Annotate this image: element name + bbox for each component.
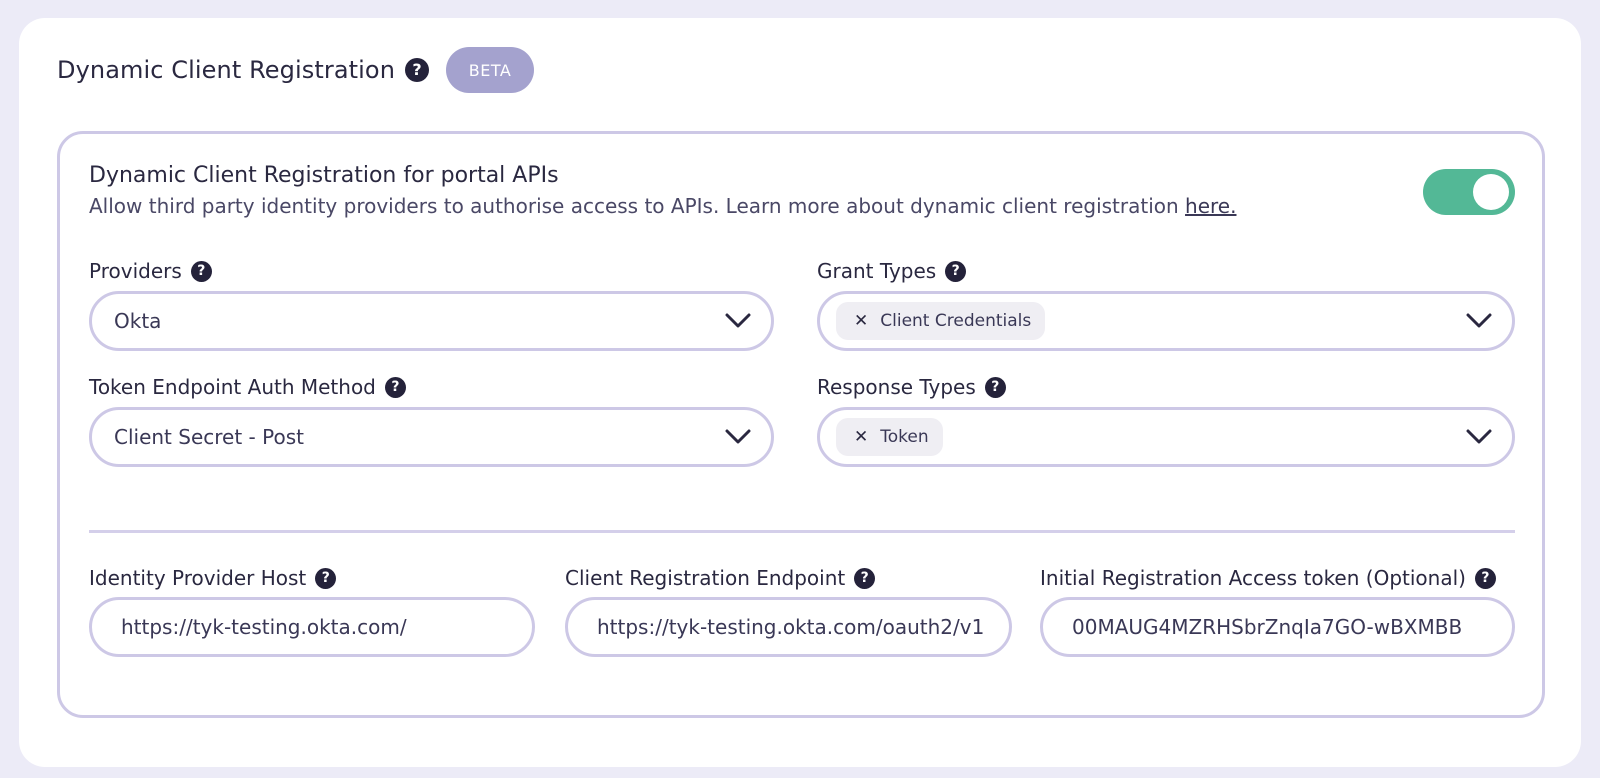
enable-dcr-toggle[interactable]	[1423, 169, 1515, 215]
response-types-select[interactable]: ✕ Token	[817, 407, 1515, 467]
help-icon[interactable]: ?	[945, 260, 967, 282]
access-token-label: Initial Registration Access token (Optio…	[1040, 565, 1496, 591]
help-icon[interactable]: ?	[405, 58, 430, 82]
panel-title: Dynamic Client Registration for portal A…	[89, 163, 559, 188]
panel-description: Allow third party identity providers to …	[89, 194, 1236, 218]
token-auth-select[interactable]: Client Secret - Post	[89, 407, 774, 467]
reg-endpoint-label: Client Registration Endpoint ?	[565, 565, 876, 591]
providers-select[interactable]: Okta	[89, 291, 774, 351]
chevron-down-icon	[725, 429, 751, 444]
chevron-down-icon	[1466, 429, 1492, 444]
chip-label: Client Credentials	[880, 311, 1032, 331]
idp-host-label: Identity Provider Host ?	[89, 565, 337, 591]
description-text: Allow third party identity providers to …	[89, 194, 1186, 218]
grant-types-select[interactable]: ✕ Client Credentials	[817, 291, 1515, 351]
help-icon[interactable]: ?	[315, 567, 337, 589]
dcr-panel: Dynamic Client Registration for portal A…	[57, 131, 1545, 718]
token-auth-label-text: Token Endpoint Auth Method	[89, 375, 376, 399]
token-auth-label: Token Endpoint Auth Method ?	[89, 374, 406, 400]
response-type-chip: ✕ Token	[836, 418, 943, 456]
idp-host-input[interactable]: https://tyk-testing.okta.com/	[89, 597, 535, 657]
close-icon[interactable]: ✕	[854, 311, 868, 331]
close-icon[interactable]: ✕	[854, 427, 868, 447]
help-icon[interactable]: ?	[854, 567, 876, 589]
providers-label-text: Providers	[89, 259, 182, 283]
toggle-knob	[1473, 174, 1509, 210]
access-token-label-text: Initial Registration Access token (Optio…	[1040, 566, 1466, 590]
response-types-label-text: Response Types	[817, 375, 976, 399]
providers-label: Providers ?	[89, 258, 212, 284]
reg-endpoint-input[interactable]: https://tyk-testing.okta.com/oauth2/v1	[565, 597, 1012, 657]
grant-type-chip: ✕ Client Credentials	[836, 302, 1046, 340]
help-icon[interactable]: ?	[984, 376, 1006, 398]
access-token-value: 00MAUG4MZRHSbrZnqIa7GO-wBXMBB	[1072, 615, 1463, 639]
settings-card: Dynamic Client Registration ? BETA Dynam…	[19, 18, 1581, 767]
page-header: Dynamic Client Registration ? BETA	[57, 46, 535, 94]
reg-endpoint-label-text: Client Registration Endpoint	[565, 566, 846, 590]
access-token-input[interactable]: 00MAUG4MZRHSbrZnqIa7GO-wBXMBB	[1040, 597, 1515, 657]
response-types-label: Response Types ?	[817, 374, 1006, 400]
learn-more-link[interactable]: here.	[1185, 194, 1236, 218]
idp-host-value: https://tyk-testing.okta.com/	[121, 615, 407, 639]
grant-types-label: Grant Types ?	[817, 258, 967, 284]
section-divider	[89, 530, 1515, 533]
token-auth-value: Client Secret - Post	[114, 425, 304, 449]
grant-types-label-text: Grant Types	[817, 259, 937, 283]
beta-badge: BETA	[446, 47, 535, 93]
providers-value: Okta	[114, 309, 162, 333]
reg-endpoint-value: https://tyk-testing.okta.com/oauth2/v1	[597, 615, 983, 639]
page-title: Dynamic Client Registration	[57, 56, 396, 84]
help-icon[interactable]: ?	[1474, 567, 1496, 589]
help-icon[interactable]: ?	[384, 376, 406, 398]
idp-host-label-text: Identity Provider Host	[89, 566, 307, 590]
chevron-down-icon	[1466, 313, 1492, 328]
chevron-down-icon	[725, 313, 751, 328]
chip-label: Token	[880, 427, 929, 447]
help-icon[interactable]: ?	[190, 260, 212, 282]
